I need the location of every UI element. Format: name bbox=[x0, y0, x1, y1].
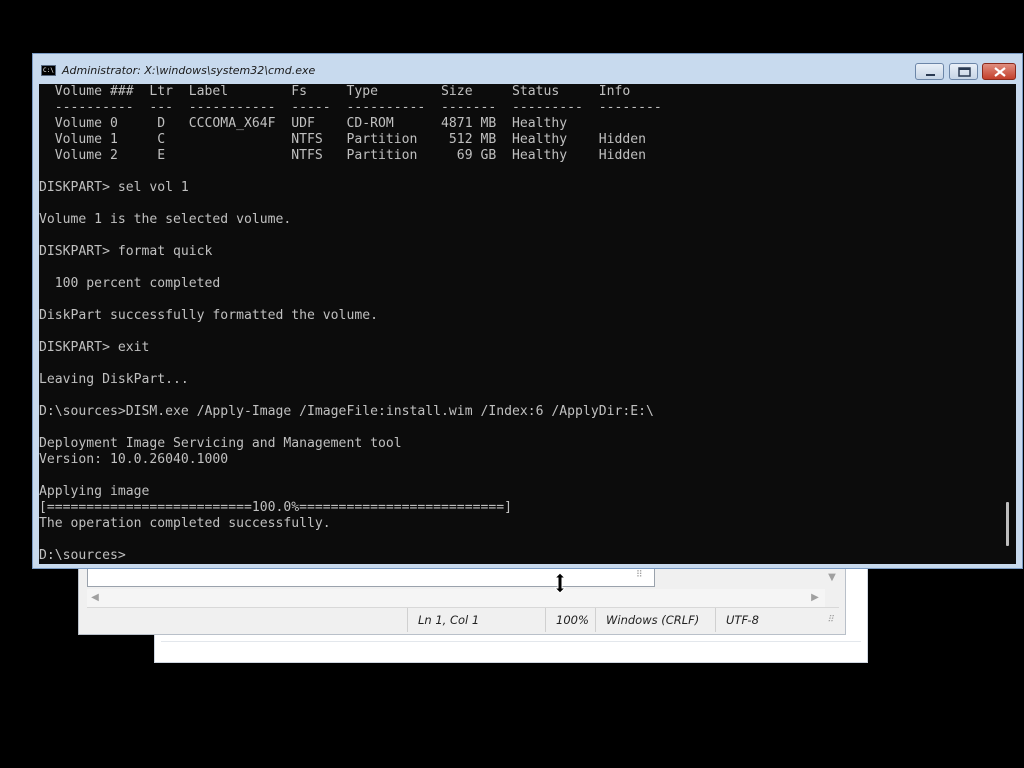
console-line: DiskPart successfully formatted the volu… bbox=[39, 308, 378, 323]
resize-grip-icon[interactable]: ⠿ bbox=[827, 616, 834, 625]
maximize-icon bbox=[958, 67, 971, 77]
close-button[interactable] bbox=[982, 63, 1016, 80]
console-text: Volume ### Ltr Label Fs Type Size Status… bbox=[39, 84, 999, 564]
console-line: DISKPART> sel vol 1 bbox=[39, 180, 189, 195]
background-window-content bbox=[161, 641, 861, 656]
console-line: 100 percent completed bbox=[39, 276, 221, 291]
console-line: Leaving DiskPart... bbox=[39, 372, 189, 387]
console-line: DISKPART> format quick bbox=[39, 244, 213, 259]
console-line: Applying image bbox=[39, 484, 150, 499]
scroll-left-arrow-icon[interactable]: ◀ bbox=[89, 591, 101, 605]
title-bar[interactable]: C:\ Administrator: X:\windows\system32\c… bbox=[33, 54, 1022, 84]
window-title: Administrator: X:\windows\system32\cmd.e… bbox=[62, 64, 316, 77]
scroll-right-arrow-icon[interactable]: ▶ bbox=[809, 591, 821, 605]
horizontal-scrollbar[interactable]: ◀ ▶ bbox=[87, 589, 825, 607]
status-zoom: 100% bbox=[545, 608, 595, 632]
maximize-button[interactable] bbox=[949, 63, 978, 80]
cmd-window[interactable]: C:\ Administrator: X:\windows\system32\c… bbox=[32, 53, 1023, 569]
console-line: [==========================100.0%=======… bbox=[39, 500, 512, 515]
console-line: Deployment Image Servicing and Managemen… bbox=[39, 436, 402, 451]
console-line: DISKPART> exit bbox=[39, 340, 150, 355]
vertical-resize-cursor-icon bbox=[552, 572, 568, 594]
vertical-scrollbar[interactable] bbox=[999, 84, 1016, 564]
scrollbar-thumb[interactable] bbox=[1006, 502, 1009, 546]
console-output[interactable]: Volume ### Ltr Label Fs Type Size Status… bbox=[39, 84, 999, 564]
console-line: D:\sources>DISM.exe /Apply-Image /ImageF… bbox=[39, 404, 654, 419]
console-line: ---------- --- ----------- ----- -------… bbox=[39, 100, 662, 115]
console-line: Volume 1 is the selected volume. bbox=[39, 212, 292, 227]
close-icon bbox=[994, 67, 1006, 77]
scroll-down-arrow-icon[interactable]: ▼ bbox=[825, 571, 839, 585]
cmd-icon: C:\ bbox=[41, 65, 56, 76]
console-line: Volume 0 D CCCOMA_X64F UDF CD-ROM 4871 M… bbox=[39, 116, 568, 131]
console-line: Volume ### Ltr Label Fs Type Size Status… bbox=[39, 84, 631, 99]
console-line: The operation completed successfully. bbox=[39, 516, 331, 531]
status-line-ending: Windows (CRLF) bbox=[595, 608, 715, 632]
status-encoding: UTF-8 bbox=[715, 608, 839, 632]
grip-icon: ⠿ bbox=[636, 570, 643, 580]
minimize-icon bbox=[926, 74, 935, 76]
console-line: Volume 2 E NTFS Partition 69 GB Healthy … bbox=[39, 148, 646, 163]
status-position: Ln 1, Col 1 bbox=[407, 608, 545, 632]
status-bar: Ln 1, Col 1 100% Windows (CRLF) UTF-8 ⠿ bbox=[87, 607, 839, 632]
console-line: Volume 1 C NTFS Partition 512 MB Healthy… bbox=[39, 132, 646, 147]
console-line: D:\sources> bbox=[39, 548, 126, 563]
console-line: Version: 10.0.26040.1000 bbox=[39, 452, 229, 467]
notepad-text-area[interactable]: ⠿ bbox=[87, 567, 655, 587]
minimize-button[interactable] bbox=[915, 63, 944, 80]
